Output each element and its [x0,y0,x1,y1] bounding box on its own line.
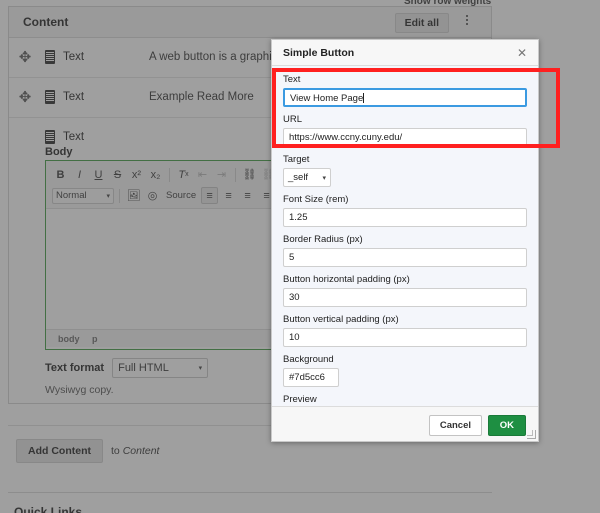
font-size-label: Font Size (rem) [283,194,349,205]
padding-vertical-input[interactable]: 10 [283,328,527,347]
preview-label: Preview [283,394,317,405]
font-size-input[interactable]: 1.25 [283,208,527,227]
border-radius-label: Border Radius (px) [283,234,363,245]
background-input[interactable]: #7d5cc6 [283,368,339,387]
target-field-label: Target [283,154,310,165]
field-target: Target _self ▾ [283,154,527,187]
cancel-button[interactable]: Cancel [428,415,482,436]
field-padding-horizontal: Button horizontal padding (px) 30 [283,274,527,307]
target-select[interactable]: _self ▾ [283,168,331,187]
dialog-footer: Cancel OK [272,406,538,441]
resize-handle[interactable] [527,430,536,439]
field-background: Background #7d5cc6 [283,354,527,387]
field-padding-vertical: Button vertical padding (px) 10 [283,314,527,347]
ok-button[interactable]: OK [487,415,526,436]
target-select-value: _self [288,172,309,183]
field-border-radius: Border Radius (px) 5 [283,234,527,267]
dialog-header: Simple Button ✕ [272,40,538,66]
dialog-title: Simple Button [283,47,355,59]
screen: Show row weights Content Edit all ✥ Text… [0,0,600,513]
close-icon[interactable]: ✕ [515,46,529,60]
field-font-size: Font Size (rem) 1.25 [283,194,527,227]
padding-horizontal-label: Button horizontal padding (px) [283,274,410,285]
annotation-highlight [272,68,560,148]
padding-vertical-label: Button vertical padding (px) [283,314,399,325]
preview-group: Preview Read More [283,394,527,406]
border-radius-input[interactable]: 5 [283,248,527,267]
padding-horizontal-input[interactable]: 30 [283,288,527,307]
background-label: Background [283,354,334,365]
chevron-down-icon: ▾ [322,174,326,182]
